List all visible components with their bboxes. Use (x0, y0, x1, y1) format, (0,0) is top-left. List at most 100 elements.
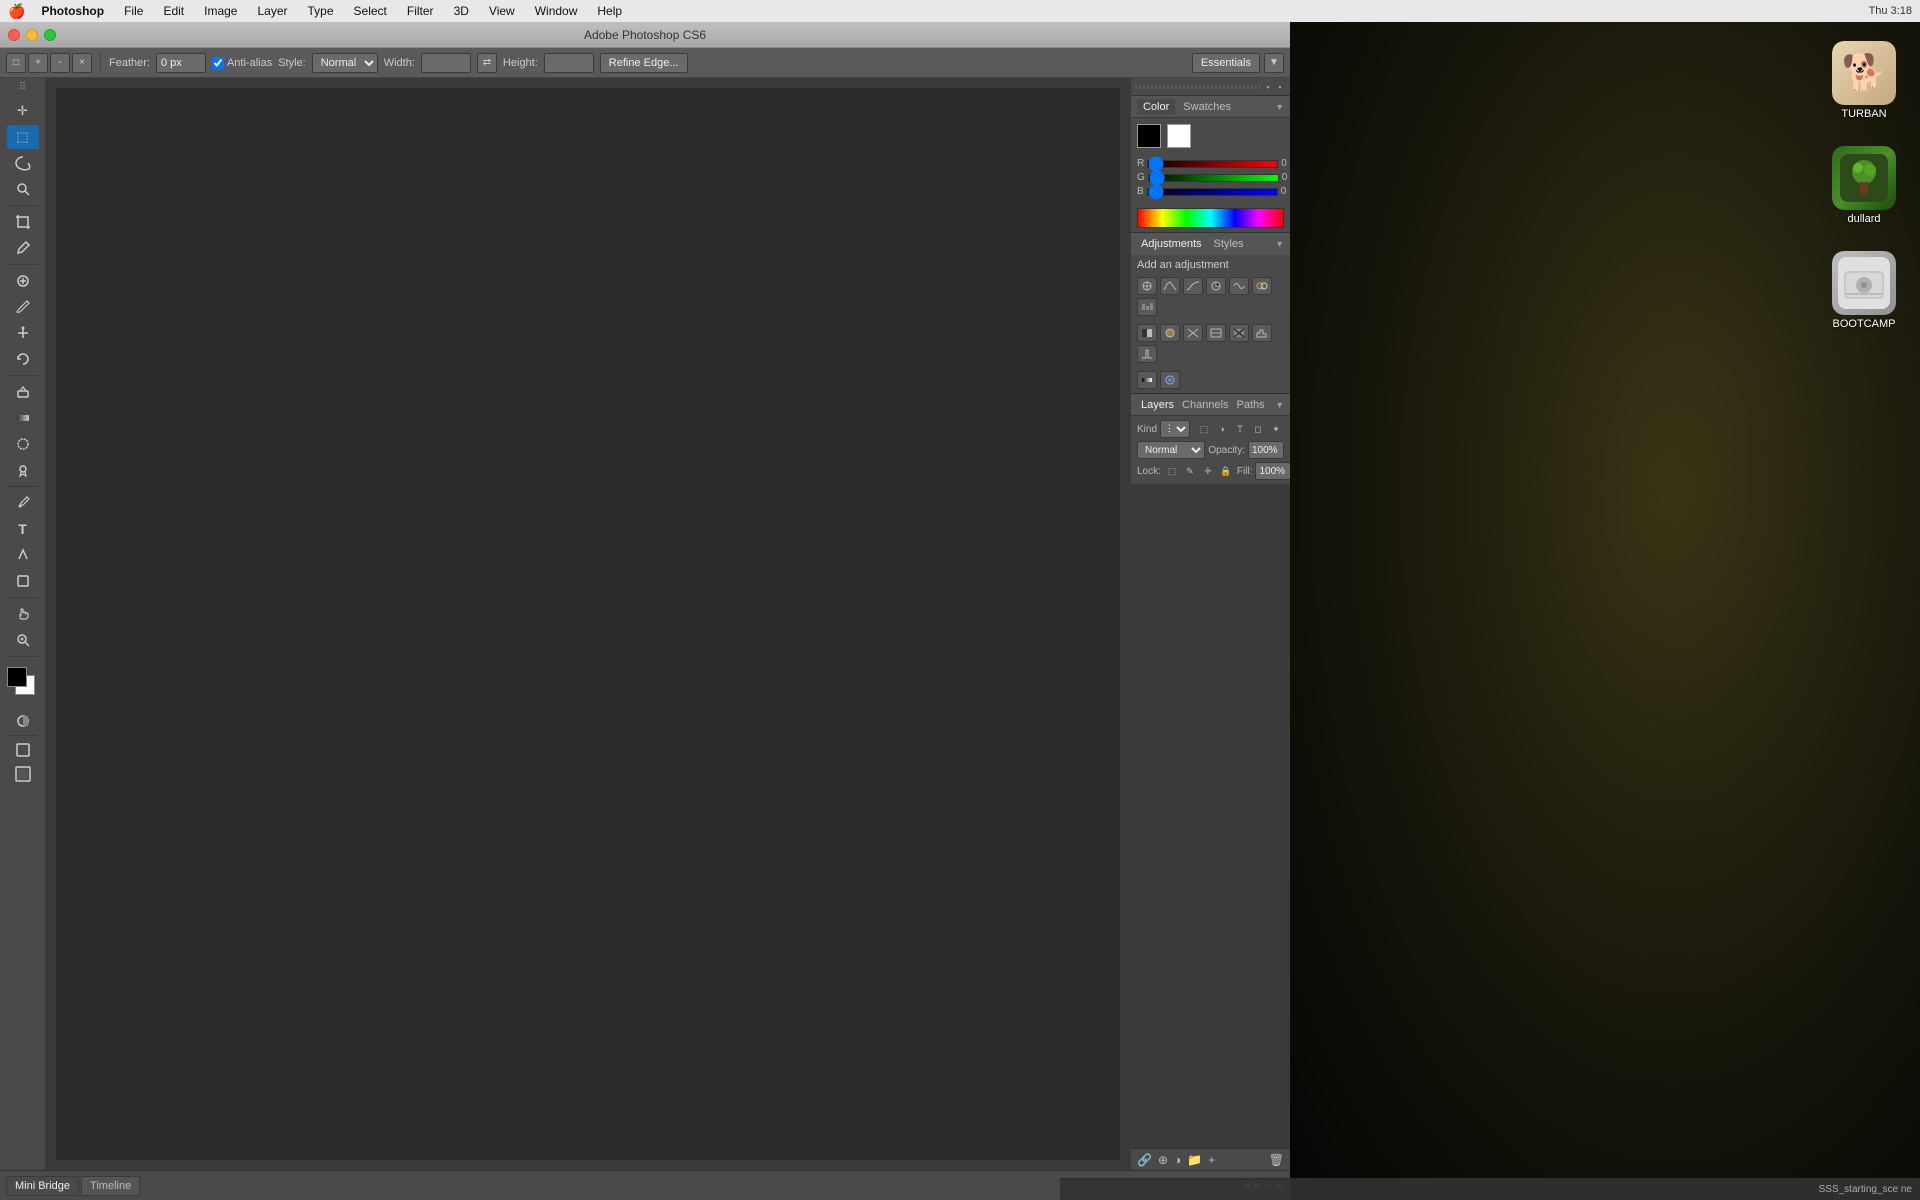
channel-mixer-adj[interactable] (1183, 324, 1203, 342)
new-layer-btn[interactable]: + (1208, 1153, 1215, 1167)
shape-tool[interactable] (7, 569, 39, 593)
close-button[interactable] (8, 29, 20, 41)
panel-icon-1[interactable]: ▪ (1262, 81, 1274, 93)
type-filter-btn[interactable]: T (1232, 421, 1248, 437)
threshold-adj[interactable] (1137, 345, 1157, 363)
lasso-tool[interactable] (7, 151, 39, 175)
tab-channels[interactable]: Channels (1178, 397, 1232, 413)
color-spectrum-bar[interactable] (1137, 208, 1284, 228)
layer-mask-btn[interactable]: ◑ (1174, 1153, 1181, 1167)
blur-tool[interactable] (7, 432, 39, 456)
eyedropper-tool[interactable] (7, 236, 39, 260)
blue-slider[interactable] (1147, 188, 1278, 196)
tab-timeline[interactable]: Timeline (81, 1176, 140, 1196)
subtract-selection-btn[interactable]: - (50, 53, 70, 73)
add-selection-btn[interactable]: + (28, 53, 48, 73)
kind-filter-select[interactable]: ☰ (1160, 420, 1190, 438)
blend-mode-select[interactable]: Normal (1137, 441, 1205, 459)
adj-panel-arrow[interactable]: ▼ (1275, 239, 1284, 249)
fill-input[interactable] (1255, 462, 1290, 480)
levels-adj[interactable] (1160, 277, 1180, 295)
screen-mode-toggle[interactable] (7, 738, 39, 762)
feather-input[interactable] (156, 53, 206, 73)
height-input[interactable] (544, 53, 594, 73)
layer-style-btn[interactable]: ⊕ (1158, 1153, 1168, 1167)
turban-desktop-icon[interactable]: 🐕 TURBAN (1828, 37, 1900, 124)
menu-filter[interactable]: Filter (403, 4, 438, 18)
posterize-adj[interactable] (1252, 324, 1272, 342)
move-tool[interactable]: ✛ (7, 99, 39, 123)
tab-swatches[interactable]: Swatches (1177, 99, 1237, 115)
bootcamp-desktop-icon[interactable]: BOOTCAMP (1828, 247, 1900, 334)
zoom-tool[interactable] (7, 628, 39, 652)
color-balance-adj[interactable] (1137, 298, 1157, 316)
menu-edit[interactable]: Edit (159, 4, 188, 18)
photo-filter-adj[interactable] (1160, 324, 1180, 342)
width-input[interactable] (421, 53, 471, 73)
color-panel-arrow[interactable]: ▼ (1275, 102, 1284, 112)
new-group-btn[interactable]: 📁 (1187, 1153, 1202, 1167)
vibrance-adj[interactable] (1229, 277, 1249, 295)
foreground-color-swatch[interactable] (7, 667, 27, 687)
minimize-button[interactable] (26, 29, 38, 41)
panel-icon-2[interactable]: ▪ (1274, 81, 1286, 93)
lock-all-btn[interactable]: 🔒 (1218, 463, 1234, 479)
menu-view[interactable]: View (485, 4, 519, 18)
gradient-tool[interactable] (7, 406, 39, 430)
crop-tool[interactable] (7, 210, 39, 234)
selective-color-adj[interactable] (1160, 371, 1180, 389)
layers-panel-arrow[interactable]: ▼ (1275, 400, 1284, 410)
quick-mask-toggle[interactable] (7, 709, 39, 733)
workspace-menu-btn[interactable]: ▼ (1264, 53, 1284, 73)
shape-filter-btn[interactable]: ◻ (1250, 421, 1266, 437)
intersect-selection-btn[interactable]: × (72, 53, 92, 73)
essentials-button[interactable]: Essentials (1192, 53, 1260, 73)
screen-mode-2[interactable] (7, 762, 39, 786)
color-lookup-adj[interactable] (1206, 324, 1226, 342)
tab-adjustments[interactable]: Adjustments (1137, 236, 1206, 252)
rectangular-marquee-tool[interactable]: ⬚ (7, 125, 39, 149)
menu-select[interactable]: Select (350, 4, 391, 18)
menu-help[interactable]: Help (593, 4, 626, 18)
curves-adj[interactable] (1183, 277, 1203, 295)
lock-position-btn[interactable]: ✛ (1200, 463, 1216, 479)
healing-brush-tool[interactable] (7, 269, 39, 293)
path-selection-tool[interactable] (7, 543, 39, 567)
menu-window[interactable]: Window (531, 4, 582, 18)
dullard-desktop-icon[interactable]: dullard (1828, 142, 1900, 229)
opacity-input[interactable] (1248, 441, 1284, 459)
style-select[interactable]: Normal (312, 53, 378, 73)
lock-transparent-btn[interactable]: ⬚ (1164, 463, 1180, 479)
dodge-tool[interactable] (7, 458, 39, 482)
canvas-area[interactable] (46, 78, 1130, 1170)
exposure-adj[interactable] (1206, 277, 1226, 295)
delete-layer-btn[interactable]: 🗑 (1269, 1153, 1284, 1167)
menu-file[interactable]: File (120, 4, 147, 18)
tab-paths[interactable]: Paths (1233, 397, 1269, 413)
menu-layer[interactable]: Layer (253, 4, 291, 18)
menu-type[interactable]: Type (304, 4, 338, 18)
text-tool[interactable]: T (7, 517, 39, 541)
menu-photoshop[interactable]: Photoshop (37, 4, 108, 18)
history-brush-tool[interactable] (7, 347, 39, 371)
tab-mini-bridge[interactable]: Mini Bridge (6, 1176, 79, 1196)
hsl-adj[interactable] (1252, 277, 1272, 295)
swap-dimensions-btn[interactable]: ⇄ (477, 53, 497, 73)
smart-filter-btn[interactable]: ✦ (1268, 421, 1284, 437)
brush-tool[interactable] (7, 295, 39, 319)
eraser-tool[interactable] (7, 380, 39, 404)
refine-edge-button[interactable]: Refine Edge... (600, 53, 688, 73)
adjustment-filter-btn[interactable]: ◑ (1214, 421, 1230, 437)
apple-menu[interactable]: 🍎 (8, 3, 25, 20)
invert-adj[interactable] (1229, 324, 1249, 342)
pixel-filter-btn[interactable]: ⬚ (1196, 421, 1212, 437)
tab-styles[interactable]: Styles (1210, 236, 1248, 252)
quick-select-tool[interactable] (7, 177, 39, 201)
background-color[interactable] (1167, 124, 1191, 148)
menu-image[interactable]: Image (200, 4, 241, 18)
link-layers-btn[interactable]: 🔗 (1137, 1153, 1152, 1167)
tab-layers[interactable]: Layers (1137, 397, 1178, 413)
tab-color[interactable]: Color (1137, 99, 1175, 115)
anti-alias-checkbox[interactable] (212, 57, 224, 69)
foreground-color[interactable] (1137, 124, 1161, 148)
